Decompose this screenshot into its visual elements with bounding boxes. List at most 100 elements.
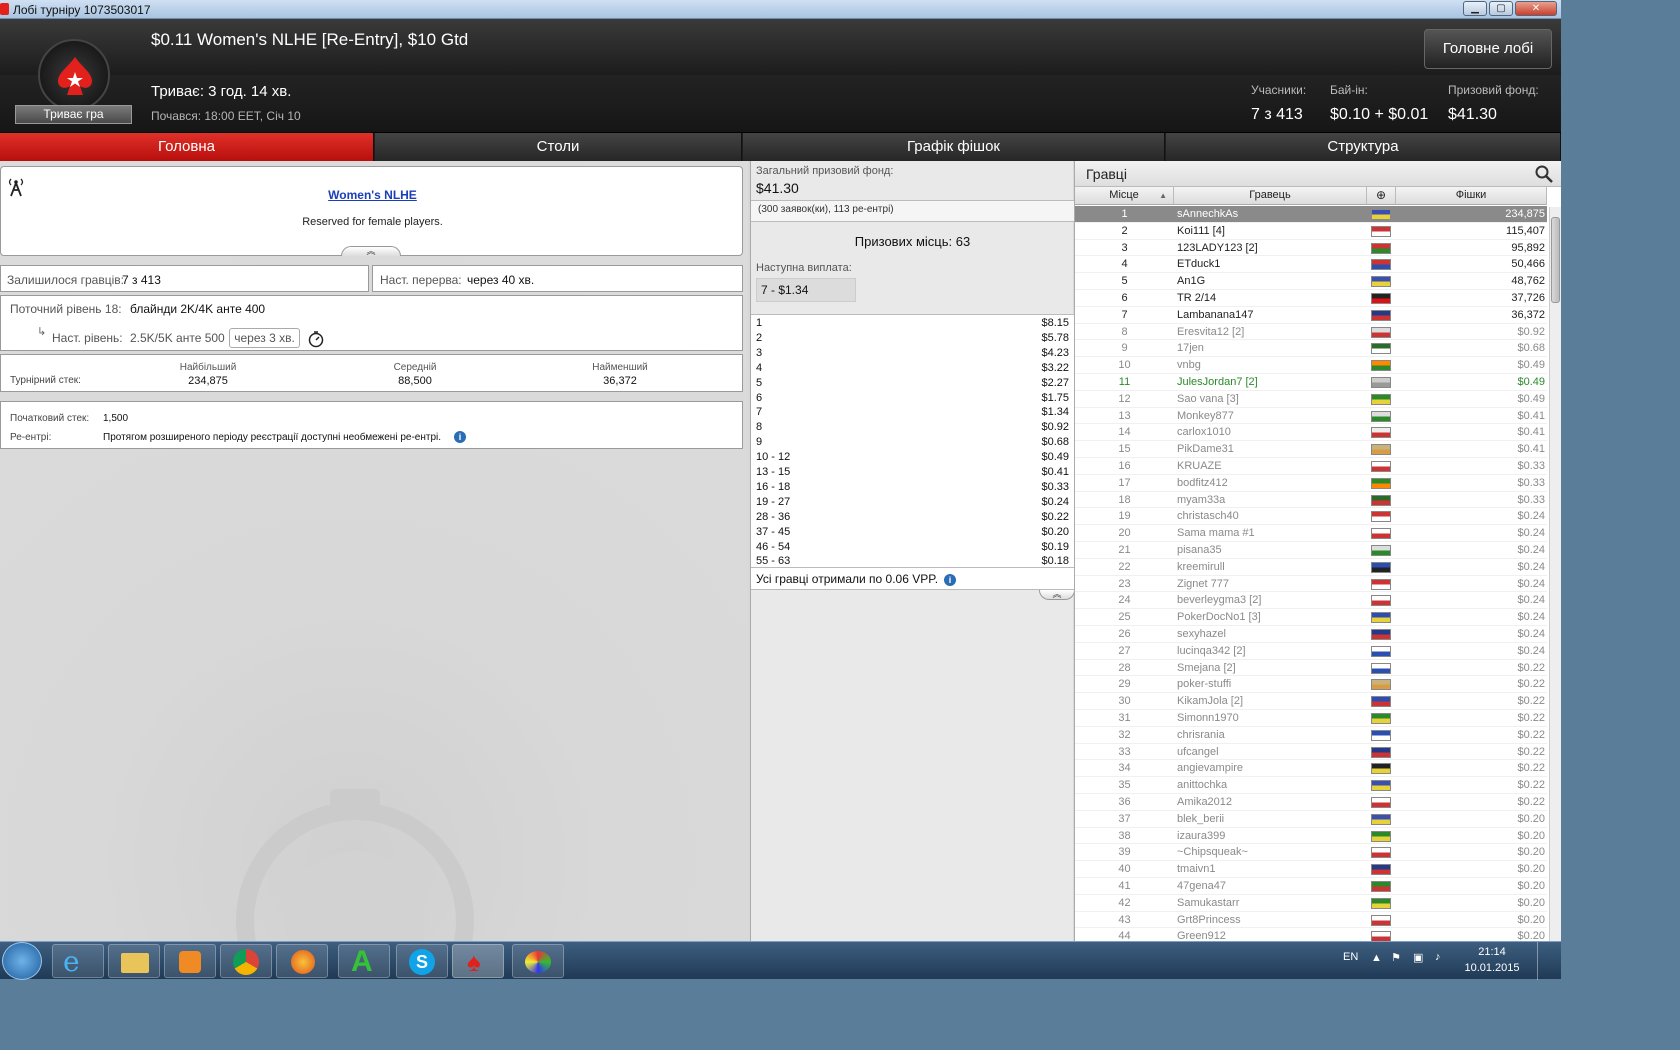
info-icon[interactable]: i	[454, 431, 466, 443]
tab-tables[interactable]: Столи	[375, 133, 742, 161]
media-player-icon[interactable]	[164, 944, 216, 978]
player-row[interactable]: 3 123LADY123 [2] 95,892	[1075, 240, 1547, 257]
skype-icon[interactable]: S	[396, 944, 448, 978]
player-row[interactable]: 10 vnbg $0.49	[1075, 357, 1547, 374]
player-row[interactable]: 40 tmaivn1 $0.20	[1075, 861, 1547, 878]
payout-amount: $0.24	[1041, 495, 1069, 508]
clock-date[interactable]: 10.01.2015	[1462, 962, 1522, 974]
network-icon[interactable]: ▣	[1413, 951, 1423, 964]
tab-structure[interactable]: Структура	[1166, 133, 1561, 161]
player-row[interactable]: 9 17jen $0.68	[1075, 340, 1547, 358]
player-row[interactable]: 6 TR 2/14 37,726	[1075, 290, 1547, 307]
payout-places: 1	[756, 317, 763, 329]
player-row[interactable]: 13 Monkey877 $0.41	[1075, 408, 1547, 425]
player-row[interactable]: 28 Smejana [2] $0.22	[1075, 660, 1547, 677]
pokerstars-taskbar-icon[interactable]: ♠	[452, 944, 504, 978]
tab-main[interactable]: Головна	[0, 133, 374, 161]
maximize-button[interactable]: ▢	[1489, 1, 1513, 16]
player-row[interactable]: 31 Simonn1970 $0.22	[1075, 710, 1547, 727]
close-button[interactable]: ✕	[1515, 1, 1557, 16]
paint-icon[interactable]	[512, 944, 564, 978]
player-row[interactable]: 4 ETduck1 50,466	[1075, 256, 1547, 274]
player-row[interactable]: 2 Koi111 [4] 115,407	[1075, 223, 1547, 240]
player-row[interactable]: 33 ufcangel $0.22	[1075, 744, 1547, 761]
player-row[interactable]: 32 chrisrania $0.22	[1075, 727, 1547, 744]
player-chips: $0.33	[1517, 460, 1545, 472]
spade-star-icon	[58, 57, 92, 95]
player-row[interactable]: 5 An1G 48,762	[1075, 273, 1547, 290]
player-row[interactable]: 30 KikamJola [2] $0.22	[1075, 693, 1547, 710]
player-row[interactable]: 11 JulesJordan7 [2] $0.49	[1075, 374, 1547, 391]
ie-icon[interactable]: e	[52, 944, 104, 978]
start-button[interactable]	[2, 942, 42, 980]
player-row[interactable]: 42 Samukastarr $0.20	[1075, 895, 1547, 912]
column-rank[interactable]: Місце ▲	[1075, 187, 1174, 205]
player-row[interactable]: 24 beverleygma3 [2] $0.24	[1075, 592, 1547, 610]
language-indicator[interactable]: EN	[1343, 951, 1358, 963]
player-row[interactable]: 19 christasch40 $0.24	[1075, 508, 1547, 526]
column-chips[interactable]: Фішки	[1396, 187, 1547, 205]
volume-icon[interactable]: ♪	[1435, 951, 1441, 963]
player-row[interactable]: 12 Sao vana [3] $0.49	[1075, 391, 1547, 408]
tournament-link[interactable]: Women's NLHE	[1, 188, 744, 202]
clock-time[interactable]: 21:14	[1462, 946, 1522, 958]
player-row[interactable]: 14 carlox1010 $0.41	[1075, 424, 1547, 442]
player-row[interactable]: 37 blek_berii $0.20	[1075, 811, 1547, 828]
payout-amount: $0.18	[1041, 555, 1069, 568]
vpp-info-icon[interactable]: i	[944, 574, 956, 586]
player-row[interactable]: 43 Grt8Princess $0.20	[1075, 912, 1547, 929]
player-row[interactable]: 29 poker-stuffi $0.22	[1075, 676, 1547, 694]
player-row[interactable]: 26 sexyhazel $0.24	[1075, 626, 1547, 643]
player-chips: $0.24	[1517, 544, 1545, 556]
player-rank: 6	[1121, 292, 1128, 304]
player-row[interactable]: 41 47gena47 $0.20	[1075, 878, 1547, 895]
player-row[interactable]: 22 kreemirull $0.24	[1075, 559, 1547, 576]
collapse-payouts-button[interactable]: ︽	[1039, 590, 1075, 600]
player-row[interactable]: 23 Zignet 777 $0.24	[1075, 576, 1547, 593]
explorer-icon[interactable]	[108, 944, 160, 978]
player-row[interactable]: 20 Sama mama #1 $0.24	[1075, 525, 1547, 542]
flag-icon[interactable]: ⚑	[1391, 951, 1401, 964]
player-row[interactable]: 44 Green912 $0.20	[1075, 928, 1547, 941]
player-chips: $0.22	[1517, 728, 1545, 741]
column-country[interactable]: ⊕	[1367, 187, 1396, 205]
player-row[interactable]: 16 KRUAZE $0.33	[1075, 458, 1547, 475]
chrome-icon[interactable]	[220, 944, 272, 978]
player-name: ~Chipsqueak~	[1177, 846, 1248, 859]
stopwatch-icon[interactable]	[307, 330, 325, 348]
country-flag-icon	[1371, 343, 1391, 355]
payout-row: 3 $4.23	[756, 347, 1069, 362]
player-row[interactable]: 27 lucinqa342 [2] $0.24	[1075, 643, 1547, 660]
country-flag-icon	[1371, 511, 1391, 523]
tab-chip-graph[interactable]: Графік фішок	[743, 133, 1165, 161]
firefox-icon[interactable]	[276, 944, 328, 978]
player-row[interactable]: 8 Eresvita12 [2] $0.92	[1075, 324, 1547, 341]
player-row[interactable]: 39 ~Chipsqueak~ $0.20	[1075, 844, 1547, 862]
players-scrollbar[interactable]	[1549, 207, 1561, 941]
payout-places: 9	[756, 436, 763, 449]
payout-table: 1 $8.15 2 $5.78 3 $4.23 4 $3.22 5 $2.27 6 $1.75 7 $1.…	[751, 314, 1074, 568]
player-row[interactable]: 25 PokerDocNo1 [3] $0.24	[1075, 609, 1547, 626]
player-row[interactable]: 36 Amika2012 $0.22	[1075, 794, 1547, 811]
player-row[interactable]: 15 PikDame31 $0.41	[1075, 441, 1547, 458]
player-row[interactable]: 17 bodfitz412 $0.33	[1075, 475, 1547, 492]
search-icon[interactable]	[1534, 164, 1554, 184]
show-desktop-button[interactable]	[1537, 942, 1551, 980]
player-row[interactable]: 1 sAnnechkAs 234,875	[1075, 206, 1547, 223]
main-lobby-button[interactable]: Головне лобі	[1424, 29, 1552, 69]
player-row[interactable]: 38 izaura399 $0.20	[1075, 828, 1547, 845]
player-row[interactable]: 34 angievampire $0.22	[1075, 760, 1547, 778]
minimize-button[interactable]: ▁	[1463, 1, 1487, 16]
player-row[interactable]: 7 Lambanana147 36,372	[1075, 307, 1547, 324]
player-name: myam33a	[1177, 493, 1226, 506]
player-row[interactable]: 21 pisana35 $0.24	[1075, 542, 1547, 559]
scrollbar-thumb[interactable]	[1551, 217, 1560, 303]
collapse-description-button[interactable]: ︽	[341, 246, 401, 256]
player-row[interactable]: 35 anittochka $0.22	[1075, 777, 1547, 794]
app-a-icon[interactable]: A	[338, 944, 390, 978]
tray-arrow-icon[interactable]: ▲	[1371, 952, 1382, 964]
player-rank: 17	[1118, 476, 1131, 489]
player-row[interactable]: 18 myam33a $0.33	[1075, 492, 1547, 509]
column-player[interactable]: Гравець	[1174, 187, 1367, 205]
player-rank: 35	[1118, 779, 1131, 792]
